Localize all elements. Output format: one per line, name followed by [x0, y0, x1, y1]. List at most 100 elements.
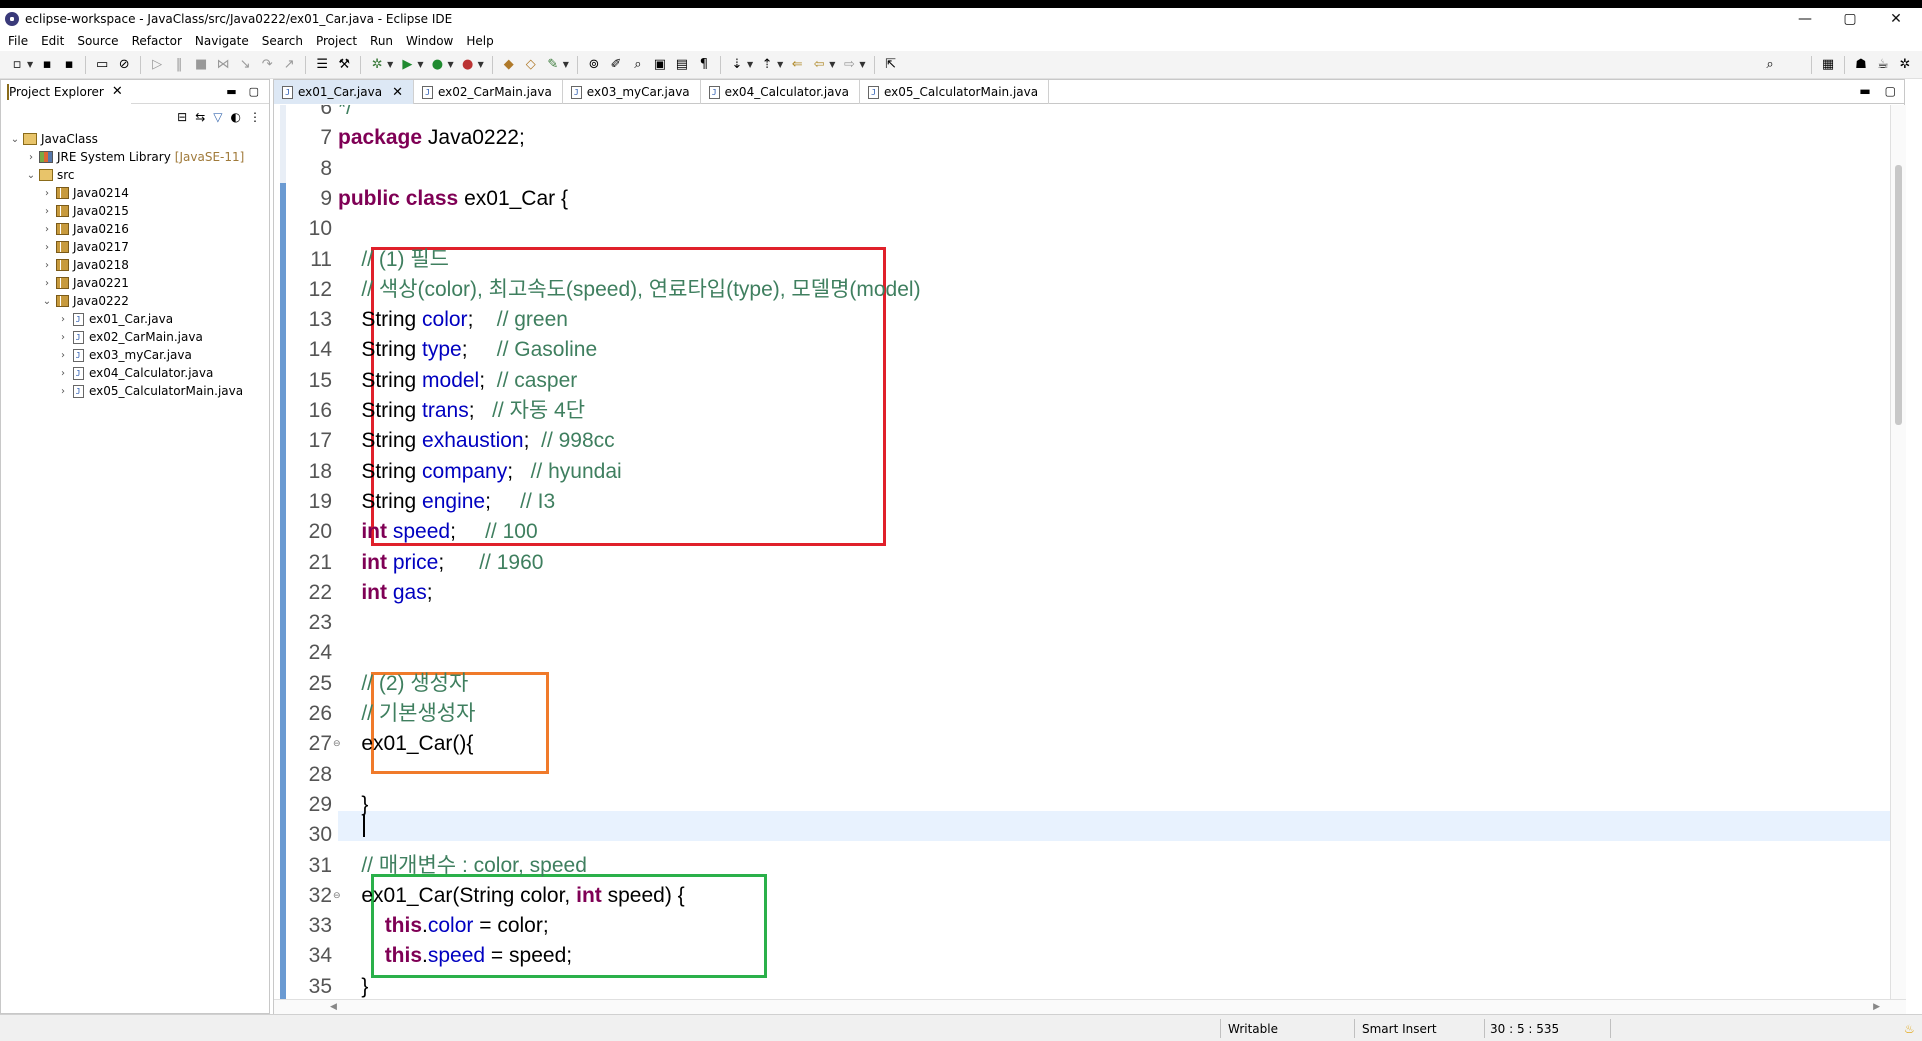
new-icon[interactable]: ▫	[9, 57, 25, 73]
menu-search[interactable]: Search	[262, 34, 303, 48]
forward-icon[interactable]: ⇨	[841, 57, 857, 73]
search-toolbar-icon[interactable]: ⌕	[630, 57, 646, 73]
menu-edit[interactable]: Edit	[41, 34, 64, 48]
highlight-icon[interactable]: ✐	[608, 57, 624, 73]
tree-item[interactable]: › Jex04_Calculator.java	[1, 364, 269, 382]
coverage-icon[interactable]: ●	[429, 57, 445, 73]
back-icon[interactable]: ⇦	[811, 57, 827, 73]
expanded-chevron-icon[interactable]: ⌄	[25, 170, 37, 181]
tree-item[interactable]: › Jex02_CarMain.java	[1, 328, 269, 346]
search-icon[interactable]: ⌕	[1762, 57, 1778, 73]
prev-annotation-icon[interactable]: ⇡	[759, 57, 775, 73]
next-annotation-dropdown-icon[interactable]: ▼	[747, 60, 753, 69]
collapsed-chevron-icon[interactable]: ›	[57, 314, 69, 325]
tree-item[interactable]: › Java0215	[1, 202, 269, 220]
scroll-right-icon[interactable]: ▶	[1873, 1002, 1880, 1012]
tree-item[interactable]: › Java0221	[1, 274, 269, 292]
debug-perspective-icon[interactable]: ✲	[1897, 57, 1913, 73]
collapsed-chevron-icon[interactable]: ›	[57, 332, 69, 343]
collapsed-chevron-icon[interactable]: ›	[41, 242, 53, 253]
close-button[interactable]: ✕	[1876, 8, 1916, 30]
next-annotation-icon[interactable]: ⇣	[729, 57, 745, 73]
editor-tab[interactable]: Jex05_CalculatorMain.java	[860, 80, 1050, 104]
horizontal-scrollbar[interactable]: ◀ ▶	[274, 999, 1906, 1015]
open-type-icon[interactable]: ⊚	[586, 57, 602, 73]
block-selection-icon[interactable]: ▤	[674, 57, 690, 73]
expanded-chevron-icon[interactable]: ⌄	[9, 134, 21, 145]
collapsed-chevron-icon[interactable]: ›	[41, 206, 53, 217]
tree-item[interactable]: › Jex03_myCar.java	[1, 346, 269, 364]
tree-item[interactable]: › Java0216	[1, 220, 269, 238]
maximize-editor-icon[interactable]: ▢	[1885, 84, 1896, 98]
menu-help[interactable]: Help	[466, 34, 493, 48]
debug-dropdown-icon[interactable]: ▼	[387, 60, 393, 69]
forward-dropdown-icon[interactable]: ▼	[859, 60, 865, 69]
focus-icon[interactable]: ◐	[231, 110, 241, 124]
open-task-icon[interactable]: ☰	[314, 57, 330, 73]
tree-item[interactable]: ⌄ JavaClass	[1, 130, 269, 148]
minimize-view-icon[interactable]: ▬	[226, 85, 236, 98]
menu-run[interactable]: Run	[370, 34, 393, 48]
tree-item[interactable]: ⌄ Java0222	[1, 292, 269, 310]
tree-item[interactable]: › Java0214	[1, 184, 269, 202]
external-tools-dropdown-icon[interactable]: ▼	[478, 60, 484, 69]
collapsed-chevron-icon[interactable]: ›	[41, 224, 53, 235]
disconnect-icon[interactable]: ⋈	[215, 57, 231, 73]
collapsed-chevron-icon[interactable]: ›	[57, 350, 69, 361]
scrollbar-thumb[interactable]	[1895, 165, 1902, 425]
menu-file[interactable]: File	[8, 34, 28, 48]
collapsed-chevron-icon[interactable]: ›	[25, 152, 37, 163]
link-with-editor-icon[interactable]: ⇆	[195, 110, 205, 124]
open-console-icon[interactable]: ▭	[94, 57, 110, 73]
new-package-icon[interactable]: ◇	[523, 57, 539, 73]
editor-tab[interactable]: Jex01_Car.java ✕	[274, 80, 414, 104]
editor-tab[interactable]: Jex03_myCar.java	[563, 80, 701, 104]
debug-icon[interactable]: ✲	[369, 57, 385, 73]
run-icon[interactable]: ▶	[399, 57, 415, 73]
tree-item[interactable]: › Jex01_Car.java	[1, 310, 269, 328]
tree-item[interactable]: › Jex05_CalculatorMain.java	[1, 382, 269, 400]
prev-annotation-dropdown-icon[interactable]: ▼	[777, 60, 783, 69]
collapsed-chevron-icon[interactable]: ›	[41, 260, 53, 271]
tree-item[interactable]: › Java0217	[1, 238, 269, 256]
terminate-icon[interactable]: ■	[193, 57, 209, 73]
new-class-icon[interactable]: ✎	[545, 57, 561, 73]
tree-item[interactable]: ⌄ src	[1, 166, 269, 184]
close-view-icon[interactable]: ✕	[112, 84, 123, 99]
project-explorer-tab[interactable]: Project Explorer ✕	[1, 79, 131, 104]
step-return-icon[interactable]: ↗	[281, 57, 297, 73]
save-icon[interactable]: ▪	[39, 57, 55, 73]
view-menu-icon[interactable]: ⋮	[249, 110, 261, 124]
close-tab-icon[interactable]: ✕	[392, 85, 403, 100]
run-dropdown-icon[interactable]: ▼	[417, 60, 423, 69]
suspend-icon[interactable]: ‖	[171, 57, 187, 73]
menu-navigate[interactable]: Navigate	[195, 34, 249, 48]
maximize-view-icon[interactable]: ▢	[249, 85, 259, 98]
save-all-icon[interactable]: ▪	[61, 57, 77, 73]
menu-project[interactable]: Project	[316, 34, 357, 48]
step-into-icon[interactable]: ↘	[237, 57, 253, 73]
editor-tab[interactable]: Jex02_CarMain.java	[414, 80, 563, 104]
new-dropdown-icon[interactable]: ▼	[27, 60, 33, 69]
skip-breakpoints-icon[interactable]: ⊘	[116, 57, 132, 73]
scroll-left-icon[interactable]: ◀	[330, 1002, 337, 1012]
lightbulb-icon[interactable]: ♨	[1904, 1022, 1915, 1036]
tree-item[interactable]: › Java0218	[1, 256, 269, 274]
build-icon[interactable]: ⚒	[336, 57, 352, 73]
vertical-scrollbar[interactable]	[1890, 105, 1906, 999]
minimize-editor-icon[interactable]: ▬	[1859, 84, 1870, 98]
menu-window[interactable]: Window	[406, 34, 453, 48]
last-edit-icon[interactable]: ⇐	[789, 57, 805, 73]
minimize-button[interactable]: —	[1785, 8, 1825, 30]
show-whitespace-icon[interactable]: ¶	[696, 57, 712, 73]
back-dropdown-icon[interactable]: ▼	[829, 60, 835, 69]
open-perspective-icon[interactable]: ▦	[1820, 57, 1836, 73]
collapsed-chevron-icon[interactable]: ›	[57, 368, 69, 379]
coverage-dropdown-icon[interactable]: ▼	[447, 60, 453, 69]
step-over-icon[interactable]: ↷	[259, 57, 275, 73]
java-ee-perspective-icon[interactable]: ☗	[1853, 57, 1869, 73]
java-perspective-icon[interactable]: ☕	[1875, 57, 1891, 73]
expanded-chevron-icon[interactable]: ⌄	[41, 296, 53, 307]
collapsed-chevron-icon[interactable]: ›	[41, 188, 53, 199]
maximize-button[interactable]: ▢	[1830, 8, 1870, 30]
